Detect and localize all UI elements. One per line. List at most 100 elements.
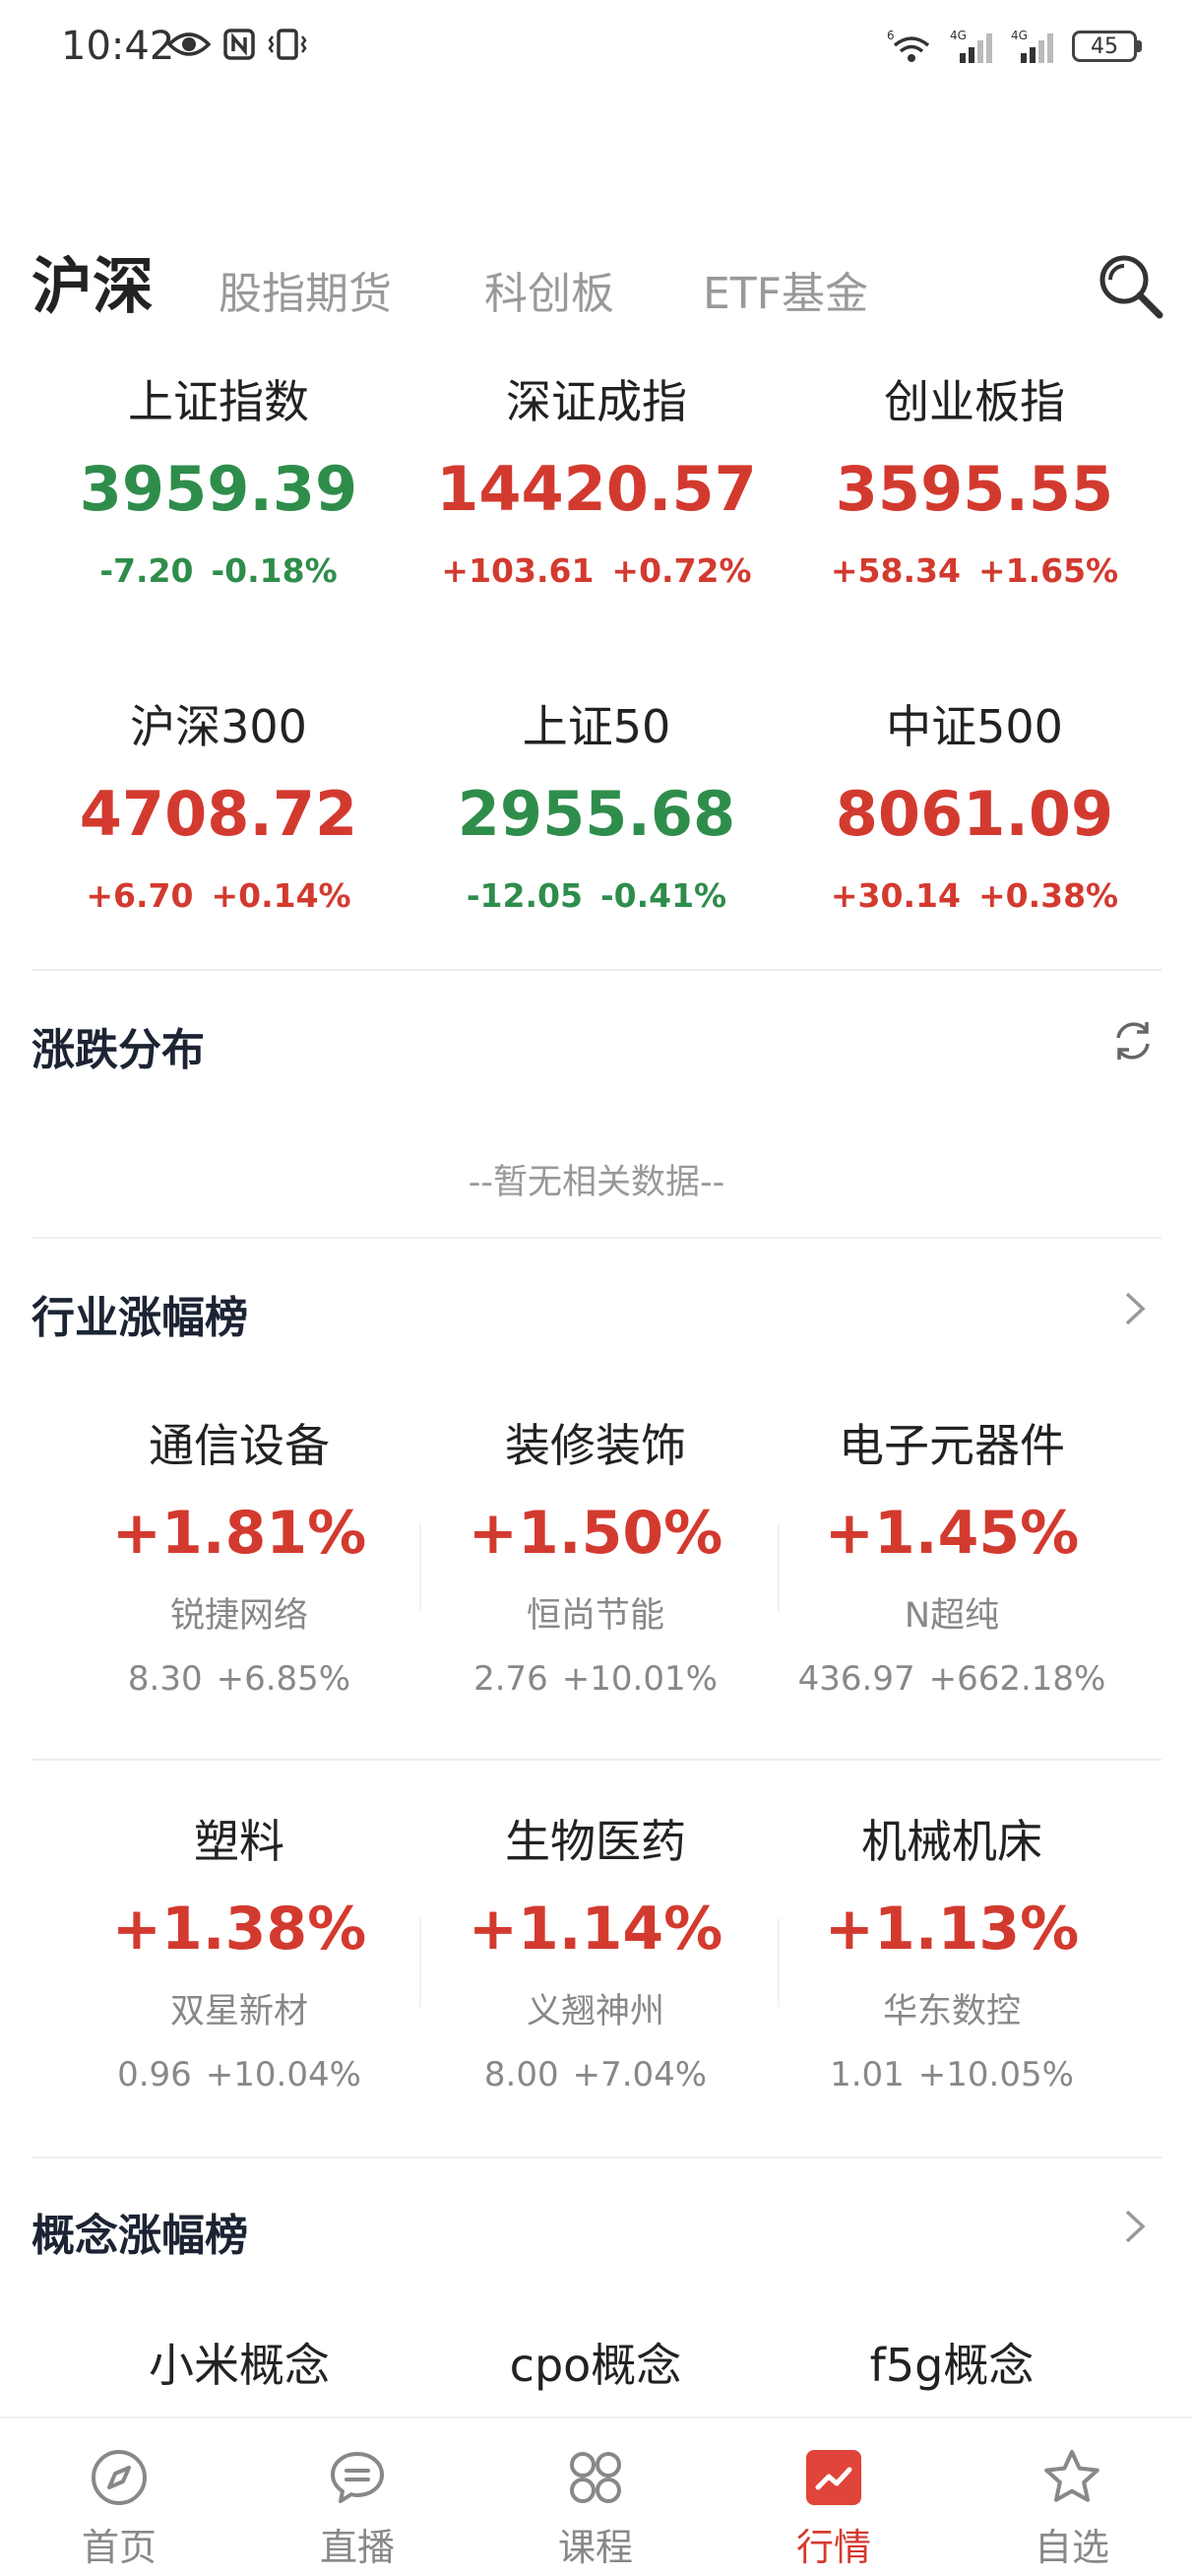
nav-market[interactable]: 行情 <box>715 2418 953 2576</box>
stock-price: 436.97 <box>797 1659 915 1699</box>
index-change-percent: +0.38% <box>977 876 1119 915</box>
index-name: 上证指数 <box>128 375 309 428</box>
index-name: 创业板指 <box>884 375 1065 428</box>
stock-price: 2.76 <box>473 1659 548 1699</box>
stock-change: +10.05% <box>917 2055 1074 2094</box>
divider <box>31 1759 1162 1761</box>
industry-name: 装修装饰 <box>505 1419 686 1472</box>
stock-price: 8.00 <box>483 2055 559 2094</box>
nav-course[interactable]: 课程 <box>476 2418 715 2576</box>
index-card[interactable]: 上证50 2955.68 -12.05 -0.41% <box>408 691 785 915</box>
concept-name[interactable]: cpo概念 <box>417 2330 774 2395</box>
index-change: +58.34 +1.65% <box>785 551 1163 590</box>
nav-label: 首页 <box>81 2526 157 2569</box>
grid-icon <box>570 2452 621 2503</box>
chevron-right-icon[interactable] <box>1108 1284 1158 1333</box>
divider <box>31 1237 1162 1239</box>
leading-stock: 双星新材 <box>169 1992 308 2031</box>
eye-icon <box>167 32 211 56</box>
industry-card[interactable]: 塑料 +1.38% 双星新材 0.96 +10.04% <box>61 1806 417 2094</box>
industry-change: +1.38% <box>111 1895 367 1964</box>
index-change-amount: +58.34 <box>830 551 961 590</box>
status-time: 10:42 <box>61 24 175 69</box>
industry-name: 机械机床 <box>861 1815 1042 1868</box>
industry-card[interactable]: 装修装饰 +1.50% 恒尚节能 2.76 +10.01% <box>417 1410 774 1699</box>
index-card[interactable]: 深证成指 14420.57 +103.61 +0.72% <box>408 366 785 590</box>
index-card[interactable]: 沪深300 4708.72 +6.70 +0.14% <box>30 691 408 915</box>
index-value: 3595.55 <box>835 453 1114 525</box>
index-value: 8061.09 <box>835 778 1114 850</box>
index-change-amount: -7.20 <box>99 551 194 590</box>
chevron-right-icon[interactable] <box>1108 2202 1158 2251</box>
industry-card[interactable]: 生物医药 +1.14% 义翘神州 8.00 +7.04% <box>417 1806 774 2094</box>
wifi-label: 6 <box>887 29 895 42</box>
index-change: +6.70 +0.14% <box>30 876 408 915</box>
index-value: 14420.57 <box>436 453 757 525</box>
index-value: 2955.68 <box>457 778 736 850</box>
tab-index-futures[interactable]: 股指期货 <box>219 258 392 321</box>
tab-etf-fund[interactable]: ETF基金 <box>703 258 868 321</box>
index-change-percent: +0.72% <box>611 551 752 590</box>
industry-name: 通信设备 <box>149 1419 330 1472</box>
search-icon[interactable] <box>1097 252 1165 321</box>
bottom-nav: 首页 直播 课程 行情 自选 <box>0 2416 1193 2576</box>
signal-icon-2: 4G <box>1011 29 1053 63</box>
index-value: 4708.72 <box>79 778 358 850</box>
index-name: 沪深300 <box>130 700 307 753</box>
industry-card[interactable]: 机械机床 +1.13% 华东数控 1.01 +10.05% <box>774 1806 1130 2094</box>
nav-live[interactable]: 直播 <box>238 2418 476 2576</box>
distribution-title: 涨跌分布 <box>31 1025 205 1075</box>
index-change-percent: -0.41% <box>599 876 727 915</box>
leading-stock-data: 2.76 +10.01% <box>417 1659 774 1699</box>
concept-name[interactable]: 小米概念 <box>61 2330 417 2395</box>
battery-level: 45 <box>1072 31 1137 62</box>
stock-change: +6.85% <box>216 1659 351 1699</box>
index-name: 深证成指 <box>506 375 687 428</box>
industry-change: +1.13% <box>824 1895 1080 1964</box>
index-card[interactable]: 中证500 8061.09 +30.14 +0.38% <box>785 691 1163 915</box>
industry-name: 塑料 <box>194 1815 284 1868</box>
status-left-icons <box>167 28 307 61</box>
leading-stock: 义翘神州 <box>526 1992 664 2031</box>
index-change: -7.20 -0.18% <box>30 551 408 590</box>
market-tabs: 沪深 股指期货 科创板 ETF基金 <box>0 236 1193 335</box>
index-change-percent: -0.18% <box>211 551 338 590</box>
industry-card[interactable]: 通信设备 +1.81% 锐捷网络 8.30 +6.85% <box>61 1410 417 1699</box>
index-name: 上证50 <box>522 700 671 753</box>
nav-home[interactable]: 首页 <box>0 2418 238 2576</box>
chart-icon <box>806 2450 861 2505</box>
battery-icon: 45 <box>1072 31 1142 62</box>
index-change-percent: +1.65% <box>977 551 1119 590</box>
index-card[interactable]: 上证指数 3959.39 -7.20 -0.18% <box>30 366 408 590</box>
index-change-amount: +30.14 <box>830 876 961 915</box>
signal-label-2: 4G <box>1011 29 1028 42</box>
index-value: 3959.39 <box>79 453 358 525</box>
tab-hushen[interactable]: 沪深 <box>31 236 154 325</box>
leading-stock-data: 436.97 +662.18% <box>774 1659 1130 1699</box>
nav-watchlist[interactable]: 自选 <box>953 2418 1191 2576</box>
industry-name: 生物医药 <box>505 1815 686 1868</box>
industry-title: 行业涨幅榜 <box>31 1293 248 1343</box>
signal-label-1: 4G <box>950 29 967 42</box>
index-change: +30.14 +0.38% <box>785 876 1163 915</box>
star-icon <box>1044 2450 1099 2502</box>
leading-stock: N超纯 <box>904 1596 1000 1636</box>
stock-change: +7.04% <box>572 2055 708 2094</box>
leading-stock-data: 1.01 +10.05% <box>774 2055 1130 2094</box>
industry-card[interactable]: 电子元器件 +1.45% N超纯 436.97 +662.18% <box>774 1410 1130 1699</box>
stock-price: 0.96 <box>117 2055 192 2094</box>
empty-data-text: --暂无相关数据-- <box>468 1163 725 1202</box>
stock-change: +10.04% <box>205 2055 361 2094</box>
industry-change: +1.45% <box>824 1499 1080 1568</box>
nfc-icon <box>223 29 255 60</box>
concept-title: 概念涨幅榜 <box>31 2211 248 2261</box>
refresh-icon[interactable] <box>1108 1016 1158 1065</box>
nav-label: 直播 <box>319 2526 395 2569</box>
nav-label: 课程 <box>557 2526 633 2569</box>
index-change-amount: +6.70 <box>86 876 194 915</box>
tab-star-market[interactable]: 科创板 <box>484 258 614 321</box>
index-card[interactable]: 创业板指 3595.55 +58.34 +1.65% <box>785 366 1163 590</box>
concept-name[interactable]: f5g概念 <box>774 2330 1130 2395</box>
leading-stock: 锐捷网络 <box>169 1596 308 1636</box>
index-change-amount: -12.05 <box>466 876 583 915</box>
